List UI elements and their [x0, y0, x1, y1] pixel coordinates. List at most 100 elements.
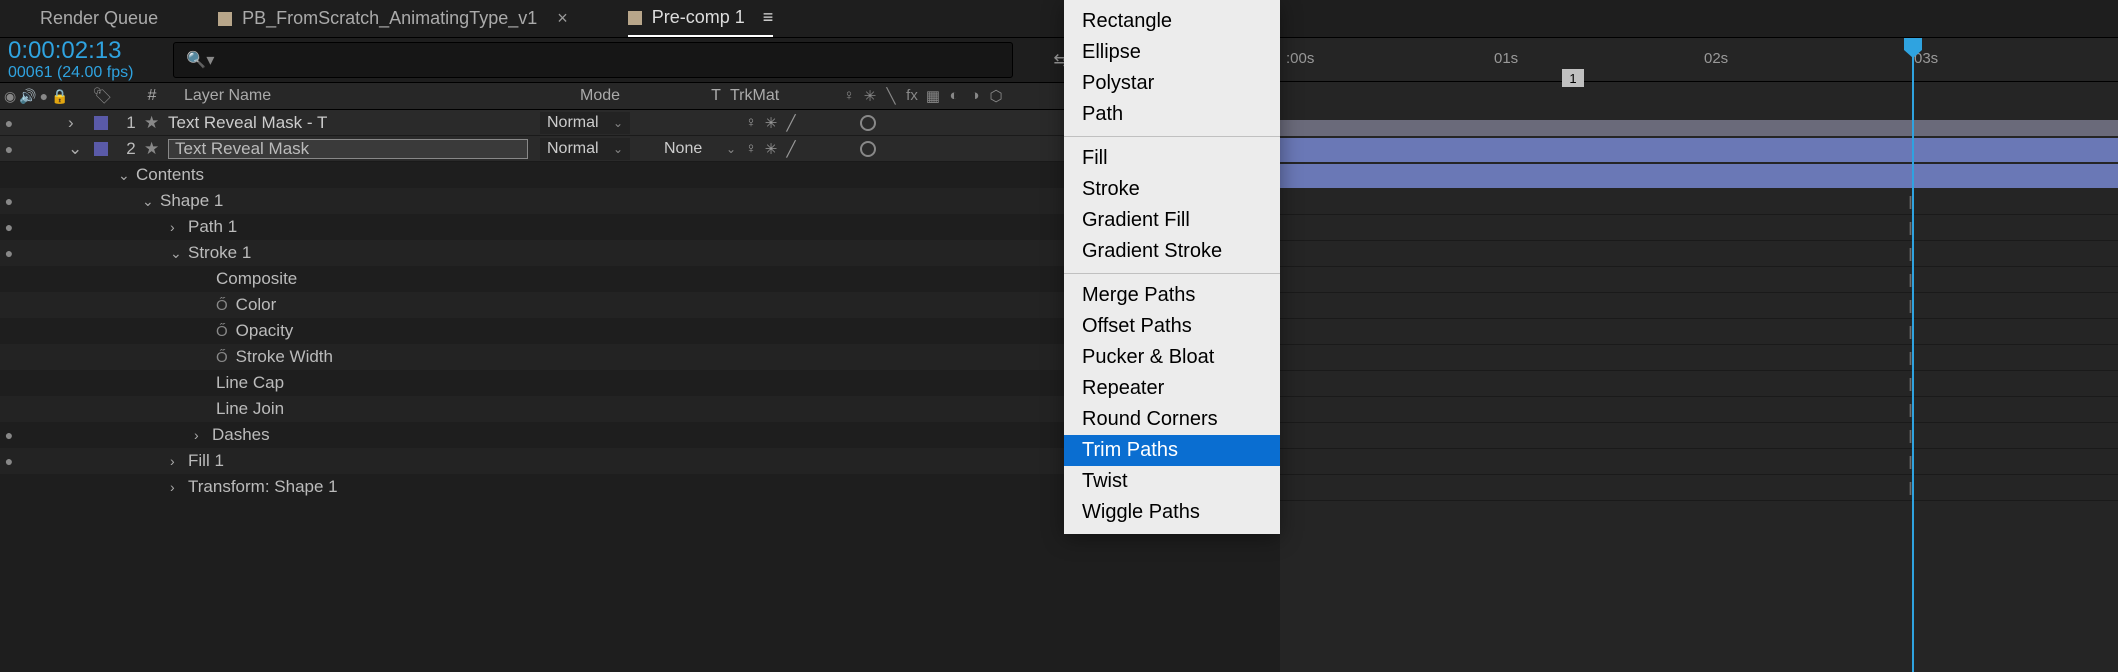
timecode-block[interactable]: 0:00:02:13 00061 (24.00 fps) [8, 38, 133, 82]
menu-round-corners[interactable]: Round Corners [1064, 404, 1280, 435]
menu-twist[interactable]: Twist [1064, 466, 1280, 497]
twirl-icon[interactable]: › [170, 453, 188, 469]
solo-icon[interactable]: ● [40, 88, 48, 104]
menu-fill[interactable]: Fill [1064, 143, 1280, 174]
timeline[interactable]: :00s 01s 02s 03s 1 I I I I I I I I I I I… [1280, 38, 2118, 672]
tick: 02s [1704, 50, 1728, 67]
col-layer-name: Layer Name [172, 87, 580, 105]
layer-index: 2 [118, 139, 144, 159]
frame-blend-icon[interactable]: ▦ [924, 87, 942, 105]
tab-label: Pre-comp 1 [652, 7, 745, 28]
composition-icon [628, 11, 642, 25]
layer-switches[interactable]: ♀✳╱ [742, 140, 800, 158]
tab-render-queue[interactable]: Render Queue [40, 0, 158, 37]
twirl-icon[interactable]: ⌄ [118, 167, 136, 184]
menu-gradient-fill[interactable]: Gradient Fill [1064, 205, 1280, 236]
switches-header: ♀ ✳ ╲ fx ▦ ◐ ◑ ⬡ [840, 87, 1040, 105]
audio-icon[interactable]: 🔊 [19, 88, 36, 105]
menu-polystar[interactable]: Polystar [1064, 68, 1280, 99]
lock-icon[interactable]: 🔒 [51, 88, 68, 105]
shape-layer-icon: ★ [144, 113, 168, 133]
twirl-icon[interactable]: › [194, 427, 212, 443]
col-num: # [132, 87, 172, 105]
menu-separator [1064, 273, 1280, 274]
motion-blur-toggle[interactable] [860, 141, 876, 157]
layer-bar-2[interactable] [1280, 164, 2118, 188]
twirl-icon[interactable]: › [170, 219, 188, 235]
motion-blur-toggle[interactable] [860, 115, 876, 131]
menu-trim-paths[interactable]: Trim Paths [1064, 435, 1280, 466]
tab-label: PB_FromScratch_AnimatingType_v1 [242, 8, 537, 29]
trkmat-select [658, 112, 742, 134]
tab-comp-1[interactable]: PB_FromScratch_AnimatingType_v1 × [218, 0, 568, 37]
menu-pucker-bloat[interactable]: Pucker & Bloat [1064, 342, 1280, 373]
chevron-down-icon: ⌄ [726, 142, 736, 156]
layer-name[interactable]: Text Reveal Mask - T [168, 113, 540, 133]
tick: 01s [1494, 50, 1518, 67]
adjustment-icon[interactable]: ◑ [966, 87, 984, 105]
menu-offset-paths[interactable]: Offset Paths [1064, 311, 1280, 342]
time-ruler[interactable]: :00s 01s 02s 03s 1 [1280, 38, 2118, 82]
layer-name-edit[interactable]: Text Reveal Mask [168, 139, 528, 159]
visibility-toggle[interactable]: ● [0, 115, 18, 131]
twirl-icon[interactable]: ⌄ [68, 139, 86, 159]
tab-label: Render Queue [40, 8, 158, 29]
composition-icon [218, 12, 232, 26]
tick: :00s [1286, 50, 1314, 67]
timecode[interactable]: 0:00:02:13 [8, 38, 133, 64]
blend-mode-select[interactable]: Normal⌄ [540, 138, 630, 160]
layer-bar-1[interactable] [1280, 138, 2118, 162]
tab-comp-2[interactable]: Pre-comp 1 ≡ [628, 0, 774, 37]
label-color[interactable] [94, 142, 108, 156]
composition-marker[interactable]: 1 [1562, 69, 1584, 87]
frame-info: 00061 (24.00 fps) [8, 64, 133, 82]
col-mode: Mode [580, 87, 702, 105]
layer-switches[interactable]: ♀✳╱ [742, 114, 800, 132]
search-input[interactable]: 🔍▾ [173, 42, 1013, 78]
menu-ellipse[interactable]: Ellipse [1064, 37, 1280, 68]
layer-index: 1 [118, 113, 144, 133]
col-trkmat: TrkMat [730, 87, 840, 105]
chevron-down-icon: ⌄ [613, 142, 623, 156]
fx-icon[interactable]: fx [903, 87, 921, 105]
cont-raster-icon[interactable]: ✳ [861, 87, 879, 105]
search-icon: 🔍▾ [186, 50, 214, 70]
blend-mode-select[interactable]: Normal⌄ [540, 112, 630, 134]
twirl-icon[interactable]: ⌄ [142, 193, 160, 210]
stopwatch-icon[interactable]: Ő [216, 297, 228, 314]
visibility-toggle[interactable]: ● [0, 141, 18, 157]
menu-wiggle-paths[interactable]: Wiggle Paths [1064, 497, 1280, 528]
twirl-icon[interactable]: ⌄ [170, 245, 188, 262]
menu-path[interactable]: Path [1064, 99, 1280, 130]
label-color[interactable] [94, 116, 108, 130]
close-icon[interactable]: × [557, 8, 568, 29]
eye-icon[interactable]: ◉ [4, 88, 16, 105]
menu-stroke[interactable]: Stroke [1064, 174, 1280, 205]
stopwatch-icon[interactable]: Ő [216, 323, 228, 340]
twirl-icon[interactable]: › [68, 113, 86, 133]
trkmat-select[interactable]: None⌄ [658, 138, 742, 160]
add-shape-context-menu: Rectangle Ellipse Polystar Path Fill Str… [1064, 0, 1280, 534]
shape-layer-icon: ★ [144, 139, 168, 159]
visibility-toggle[interactable]: ● [0, 245, 18, 261]
shy-icon[interactable]: ♀ [840, 87, 858, 105]
3d-icon[interactable]: ⬡ [987, 87, 1005, 105]
menu-repeater[interactable]: Repeater [1064, 373, 1280, 404]
panel-menu-icon[interactable]: ≡ [763, 7, 774, 28]
visibility-toggle[interactable]: ● [0, 193, 18, 209]
menu-gradient-stroke[interactable]: Gradient Stroke [1064, 236, 1280, 267]
visibility-toggle[interactable]: ● [0, 219, 18, 235]
menu-separator [1064, 136, 1280, 137]
stopwatch-icon[interactable]: Ő [216, 349, 228, 366]
visibility-toggle[interactable]: ● [0, 427, 18, 443]
tag-icon[interactable]: 🏷 [92, 88, 112, 105]
motion-blur-icon[interactable]: ◐ [945, 87, 963, 105]
tabs-bar: Render Queue PB_FromScratch_AnimatingTyp… [0, 0, 2118, 38]
menu-merge-paths[interactable]: Merge Paths [1064, 280, 1280, 311]
work-area-bar[interactable] [1280, 120, 2118, 136]
menu-rectangle[interactable]: Rectangle [1064, 6, 1280, 37]
twirl-icon[interactable]: › [170, 479, 188, 495]
visibility-toggle[interactable]: ● [0, 453, 18, 469]
quality-icon[interactable]: ╲ [882, 87, 900, 105]
playhead[interactable] [1912, 38, 1914, 672]
